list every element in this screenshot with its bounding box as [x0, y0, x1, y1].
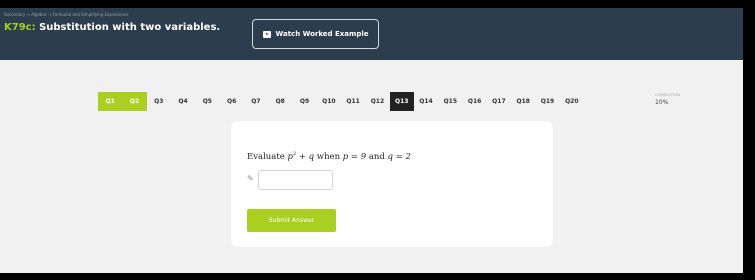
completion-label: COMPLETION	[655, 93, 681, 97]
p-value: p = 9	[342, 151, 367, 162]
question-tab-q8[interactable]: Q8	[268, 92, 292, 111]
lesson-code: K79c:	[4, 22, 36, 33]
question-tab-q10[interactable]: Q10	[317, 92, 341, 111]
question-tab-q4[interactable]: Q4	[171, 92, 195, 111]
question-tab-q15[interactable]: Q15	[438, 92, 462, 111]
watch-button-label: Watch Worked Example	[275, 30, 369, 38]
question-tab-q11[interactable]: Q11	[341, 92, 365, 111]
submit-answer-button[interactable]: Submit Answer	[247, 209, 336, 232]
question-tab-q13[interactable]: Q13	[389, 92, 414, 111]
question-tab-q16[interactable]: Q16	[462, 92, 486, 111]
q-value: q = 2	[387, 151, 411, 162]
breadcrumb[interactable]: Secondary → Algebra → Formulae and Simpl…	[4, 12, 128, 17]
question-text: Evaluate p2 + q when p = 9 and q = 2	[247, 151, 411, 162]
question-tab-q6[interactable]: Q6	[219, 92, 243, 111]
lesson-header: Secondary → Algebra → Formulae and Simpl…	[0, 8, 743, 60]
question-tab-q18[interactable]: Q18	[511, 92, 535, 111]
plus-q: + q	[296, 151, 315, 162]
app-frame: Secondary → Algebra → Formulae and Simpl…	[0, 8, 743, 273]
question-tab-q12[interactable]: Q12	[365, 92, 389, 111]
question-prefix: Evaluate	[247, 151, 288, 162]
question-tab-q17[interactable]: Q17	[487, 92, 511, 111]
answer-input[interactable]	[258, 170, 333, 190]
pencil-icon: ✎	[247, 174, 254, 183]
question-tab-q9[interactable]: Q9	[292, 92, 316, 111]
and-text: and	[366, 151, 388, 162]
question-tab-q14[interactable]: Q14	[414, 92, 438, 111]
question-tab-q1[interactable]: Q1	[98, 92, 123, 111]
question-tab-q3[interactable]: Q3	[147, 92, 171, 111]
video-icon	[262, 30, 271, 38]
page-title: K79c: Substitution with two variables.	[4, 22, 220, 33]
completion-value: 10%	[655, 99, 669, 106]
lesson-title-text: Substitution with two variables.	[35, 22, 221, 33]
question-tab-q2[interactable]: Q2	[122, 92, 147, 111]
question-tab-q20[interactable]: Q20	[560, 92, 584, 111]
question-tab-q5[interactable]: Q5	[195, 92, 219, 111]
watch-worked-example-button[interactable]: Watch Worked Example	[252, 19, 379, 49]
when-text: when	[314, 151, 343, 162]
question-card: Evaluate p2 + q when p = 9 and q = 2 ✎ S…	[231, 121, 553, 247]
question-navigator: Q1 Q2 Q3 Q4 Q5 Q6 Q7 Q8 Q9 Q10 Q11 Q12 Q13 Q14 Q15 Q16 Q…	[98, 92, 584, 111]
question-tab-q19[interactable]: Q19	[535, 92, 559, 111]
question-tab-q7[interactable]: Q7	[244, 92, 268, 111]
completion-indicator: COMPLETION 10%	[655, 93, 680, 106]
